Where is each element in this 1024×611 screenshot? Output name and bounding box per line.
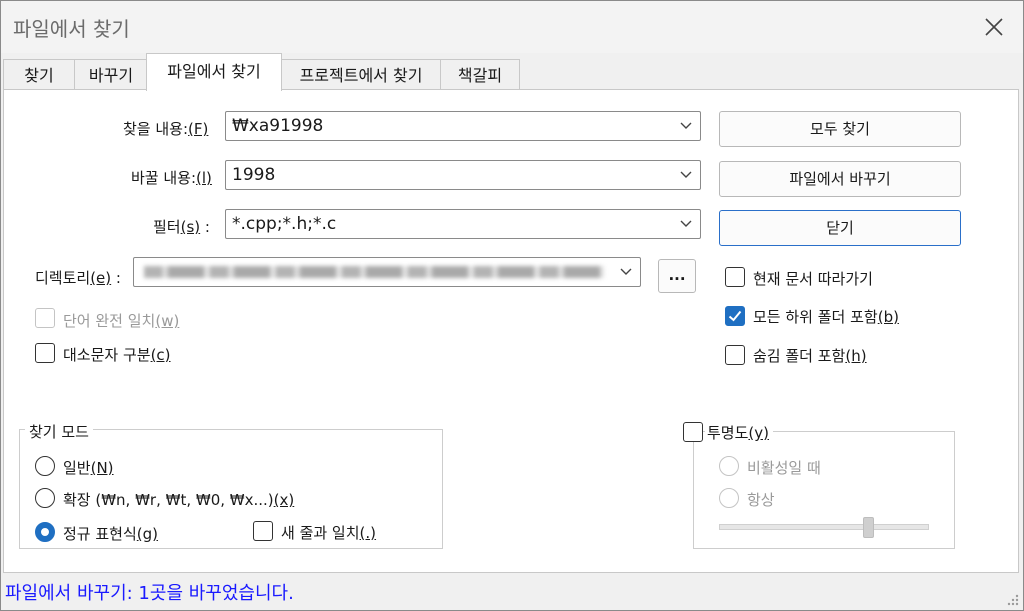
- window-title: 파일에서 찾기: [13, 17, 130, 41]
- browse-directory-button[interactable]: ...: [658, 259, 696, 293]
- status-bar: 파일에서 바꾸기: 1곳을 바꾸었습니다.: [1, 573, 1023, 610]
- search-mode-extended-label: 확장 (₩n, ₩r, ₩t, ₩0, ₩x...)(x): [63, 491, 295, 509]
- tab-find-in-files[interactable]: 파일에서 찾기: [146, 53, 282, 91]
- status-message: 파일에서 바꾸기: 1곳을 바꾸었습니다.: [5, 583, 294, 604]
- replace-in-files-button[interactable]: 파일에서 바꾸기: [719, 161, 961, 197]
- close-button[interactable]: 닫기: [719, 210, 961, 246]
- find-what-value: ₩xa91998: [232, 116, 324, 136]
- include-hidden-folders-label: 숨김 폴더 포함(h): [753, 347, 867, 365]
- tab-find[interactable]: 찾기: [3, 59, 75, 90]
- follow-current-doc-checkbox[interactable]: [725, 267, 745, 287]
- tab-strip: 찾기 바꾸기 파일에서 찾기 프로젝트에서 찾기 책갈피: [1, 53, 1023, 91]
- match-case-checkbox[interactable]: [35, 343, 55, 363]
- checkmark-icon: [728, 310, 742, 322]
- filters-label: 필터(s) :: [153, 218, 210, 236]
- resize-grip-icon[interactable]: [1005, 592, 1019, 606]
- find-what-combo[interactable]: ₩xa91998: [225, 111, 701, 141]
- transparency-label: 투명도(y): [705, 422, 773, 443]
- follow-current-doc-label: 현재 문서 따라가기: [753, 270, 873, 288]
- directory-path-redacted: [144, 266, 604, 278]
- filters-value: *.cpp;*.h;*.c: [232, 214, 337, 234]
- filters-combo[interactable]: *.cpp;*.h;*.c: [225, 209, 701, 239]
- transparency-slider-track[interactable]: [719, 524, 929, 530]
- transparency-always-radio[interactable]: [719, 488, 739, 508]
- dot-matches-newline-checkbox[interactable]: [253, 521, 273, 541]
- transparency-on-lose-focus-radio[interactable]: [719, 456, 739, 476]
- directory-combo[interactable]: [133, 257, 641, 287]
- close-icon: [985, 18, 1003, 36]
- tab-mark[interactable]: 책갈피: [440, 59, 520, 90]
- transparency-on-lose-focus-label: 비활성일 때: [747, 459, 821, 477]
- include-hidden-folders-checkbox[interactable]: [725, 345, 745, 365]
- search-mode-title: 찾기 모드: [25, 421, 93, 442]
- directory-label: 디렉토리(e) :: [35, 269, 121, 287]
- close-window-button[interactable]: [965, 1, 1023, 53]
- chevron-down-icon[interactable]: [618, 264, 634, 280]
- find-in-files-dialog: 파일에서 찾기 찾기 바꾸기 파일에서 찾기 프로젝트에서 찾기 책갈피 찾을 …: [0, 0, 1024, 611]
- transparency-slider-thumb[interactable]: [863, 517, 874, 538]
- tab-find-in-projects[interactable]: 프로젝트에서 찾기: [281, 59, 441, 90]
- include-subfolders-checkbox[interactable]: [725, 306, 745, 326]
- search-mode-extended-radio[interactable]: [35, 488, 55, 508]
- search-mode-regex-radio[interactable]: [35, 522, 55, 542]
- search-mode-normal-radio[interactable]: [35, 456, 55, 476]
- tab-replace[interactable]: 바꾸기: [74, 59, 148, 90]
- replace-with-value: 1998: [232, 165, 276, 185]
- search-mode-regex-label: 정규 표현식(g): [63, 525, 159, 543]
- match-whole-word-checkbox[interactable]: [35, 308, 55, 328]
- replace-with-label: 바꿀 내용:(l): [131, 169, 212, 187]
- search-mode-normal-label: 일반(N): [63, 459, 114, 477]
- dot-matches-newline-label: 새 줄과 일치(.): [281, 524, 377, 542]
- match-whole-word-label: 단어 완전 일치(w): [63, 312, 180, 330]
- chevron-down-icon[interactable]: [678, 118, 694, 134]
- transparency-checkbox[interactable]: [683, 422, 703, 442]
- find-what-label: 찾을 내용:(F): [123, 120, 209, 138]
- title-bar: 파일에서 찾기: [1, 1, 1023, 53]
- chevron-down-icon[interactable]: [678, 167, 694, 183]
- include-subfolders-label: 모든 하위 폴더 포함(b): [753, 308, 899, 326]
- chevron-down-icon[interactable]: [678, 216, 694, 232]
- match-case-label: 대소문자 구분(c): [63, 346, 171, 364]
- replace-with-combo[interactable]: 1998: [225, 160, 701, 190]
- find-all-button[interactable]: 모두 찾기: [719, 111, 961, 147]
- transparency-always-label: 항상: [747, 491, 775, 509]
